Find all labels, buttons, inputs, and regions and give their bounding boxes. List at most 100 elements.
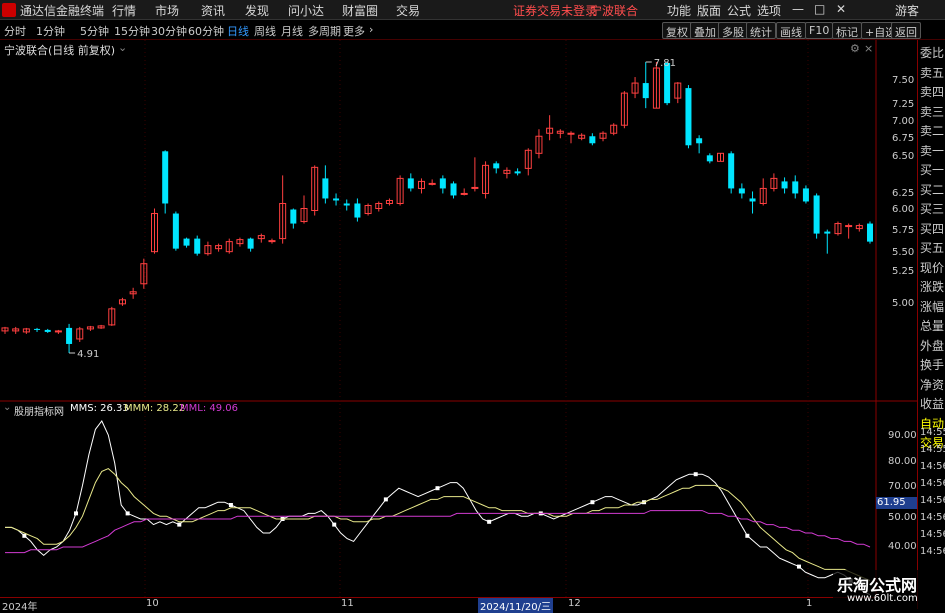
indicator-point: [125, 511, 130, 516]
indicator-point: [22, 533, 27, 538]
candle-body: [162, 151, 169, 204]
period-tab-more[interactable]: 更多: [343, 23, 365, 39]
quote-panel-item[interactable]: 净资: [920, 376, 945, 393]
candle-body: [268, 240, 276, 243]
candle-body: [34, 328, 41, 330]
quote-panel-item[interactable]: 涨幅: [920, 298, 945, 315]
candle-body: [428, 182, 436, 185]
current-stock-name: 宁波联合: [590, 4, 639, 18]
quote-panel-item[interactable]: 卖四: [920, 83, 945, 100]
time-axis-label: 11: [341, 598, 354, 609]
quote-panel-item[interactable]: 委比: [920, 44, 945, 61]
candle-body: [407, 178, 414, 189]
multi-stock-button[interactable]: 多股: [718, 22, 748, 39]
quote-panel-item[interactable]: 收益: [920, 395, 945, 412]
login-notice[interactable]: 证券交易未登录: [513, 2, 597, 19]
quote-panel-item[interactable]: 买五: [920, 239, 945, 256]
menu-item-ask[interactable]: 问小达: [288, 2, 324, 19]
candle-body: [567, 132, 575, 135]
menu-bar: 通达信金融终端 行情 市场 资讯 发现 问小达 财富圈 交易 证券交易未登录 宁…: [0, 0, 945, 20]
quote-panel-item[interactable]: 换手: [920, 356, 945, 373]
candle-body: [343, 203, 350, 206]
price-axis-label: 6.00: [892, 204, 915, 215]
period-tab-15min[interactable]: 15分钟: [114, 23, 150, 39]
chevron-right-icon[interactable]: ›: [369, 23, 373, 36]
candle-body: [514, 171, 521, 174]
indicator-point: [796, 564, 801, 569]
adjust-button[interactable]: 复权: [662, 22, 692, 39]
menu-item-options[interactable]: 选项: [757, 2, 781, 19]
time-axis-label: 2024年: [2, 602, 38, 613]
trade-time: 14:55: [920, 444, 945, 455]
menu-item-trade[interactable]: 交易: [396, 2, 420, 19]
indicator-line-mms: [5, 420, 871, 596]
maximize-icon[interactable]: □: [814, 2, 825, 16]
candle-body: [439, 178, 446, 189]
minimize-icon[interactable]: —: [792, 2, 804, 16]
candle-body: [194, 238, 201, 254]
indicator-name: 股朋指标网: [14, 407, 64, 418]
candle-body: [696, 138, 703, 144]
menu-item-discover[interactable]: 发现: [245, 2, 269, 19]
f10-button[interactable]: F10: [805, 22, 834, 39]
candle-body: [802, 188, 809, 202]
period-tab-multi[interactable]: 多周期: [308, 23, 341, 39]
candle-body: [290, 209, 297, 224]
indicator-point: [177, 522, 182, 527]
period-tab-daily[interactable]: 日线: [227, 23, 249, 39]
quote-panel-item[interactable]: 买四: [920, 220, 945, 237]
quote-panel-item[interactable]: 买三: [920, 200, 945, 217]
guest-label[interactable]: 游客: [895, 2, 919, 19]
menu-item-formula[interactable]: 公式: [727, 2, 751, 19]
quote-panel-item[interactable]: 卖一: [920, 142, 945, 159]
candle-body: [589, 136, 596, 144]
mark-button[interactable]: 标记: [832, 22, 862, 39]
quote-panel-item[interactable]: 涨跌: [920, 278, 945, 295]
menu-item-function[interactable]: 功能: [667, 2, 691, 19]
mmm-value: MMM: 28.22: [124, 403, 186, 414]
kline-chart[interactable]: 7.81 4.91: [0, 40, 917, 597]
quote-panel-item[interactable]: 买一: [920, 161, 945, 178]
period-tab-weekly[interactable]: 周线: [254, 23, 276, 39]
period-tab-monthly[interactable]: 月线: [281, 23, 303, 39]
quote-panel-item[interactable]: 卖二: [920, 122, 945, 139]
quote-panel-item[interactable]: 外盘: [920, 337, 945, 354]
overlay-button[interactable]: 叠加: [690, 22, 720, 39]
trade-time: 14:56: [920, 529, 945, 540]
candle-body: [247, 238, 254, 249]
menu-item-market[interactable]: 市场: [155, 2, 179, 19]
indicator-dropdown-icon[interactable]: ⌄: [3, 402, 11, 413]
quote-panel-item[interactable]: 买二: [920, 181, 945, 198]
period-tab-60min[interactable]: 60分钟: [188, 23, 224, 39]
menu-item-news[interactable]: 资讯: [201, 2, 225, 19]
indicator-line-mmm: [5, 468, 871, 582]
indicator-axis-label: 40.00: [888, 541, 917, 552]
draw-button[interactable]: 画线: [776, 22, 806, 39]
trade-time: 14:56: [920, 495, 945, 506]
period-tab-30min[interactable]: 30分钟: [151, 23, 187, 39]
site-watermark: 乐淘公式网 www.60lt.com: [833, 570, 945, 609]
price-axis-label: 7.25: [892, 99, 915, 110]
mms-value: MMS: 26.33: [70, 403, 129, 414]
back-button[interactable]: 返回: [891, 22, 921, 39]
menu-item-quotes[interactable]: 行情: [112, 2, 136, 19]
close-icon[interactable]: ✕: [836, 2, 846, 16]
indicator-point: [74, 511, 79, 516]
stats-button[interactable]: 统计: [746, 22, 776, 39]
quote-panel-item[interactable]: 现价: [920, 259, 945, 276]
menu-item-community[interactable]: 财富圈: [342, 2, 378, 19]
quote-panel-item[interactable]: 卖五: [920, 64, 945, 81]
indicator-point: [693, 472, 698, 477]
quote-panel-item[interactable]: 卖三: [920, 103, 945, 120]
menu-item-layout[interactable]: 版面: [697, 2, 721, 19]
trade-time: 14:56: [920, 546, 945, 557]
period-tab-5min[interactable]: 5分钟: [80, 23, 109, 39]
candle-body: [322, 178, 329, 199]
candle-body: [333, 198, 340, 201]
indicator-point: [332, 522, 337, 527]
candle-body: [738, 188, 745, 194]
quote-panel-item[interactable]: 总量: [920, 317, 945, 334]
period-tab-intraday[interactable]: 分时: [4, 23, 26, 39]
period-tab-1min[interactable]: 1分钟: [36, 23, 65, 39]
trade-time: 14:56: [920, 478, 945, 489]
